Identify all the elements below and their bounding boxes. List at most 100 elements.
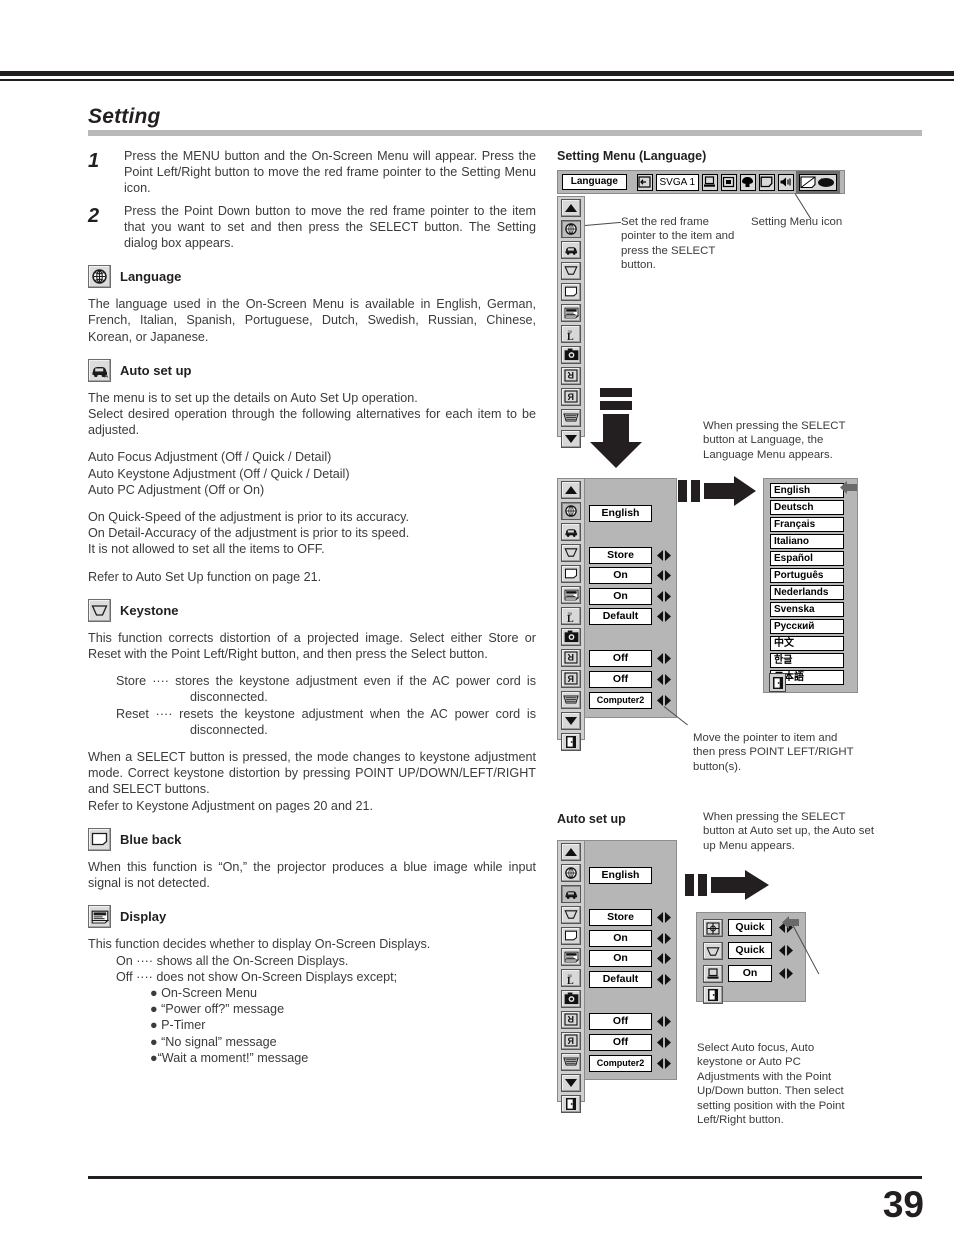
rail-scroll-down-2[interactable] (558, 710, 584, 731)
lr-arrows-logo[interactable] (654, 609, 673, 624)
auto-dialog-value-rear[interactable]: Off (589, 1034, 652, 1051)
language-option-deutsch[interactable]: Deutsch (770, 500, 844, 515)
rail-item-keystone[interactable] (558, 260, 584, 281)
rail-item-capture-3[interactable] (558, 988, 584, 1009)
auto-dialog-value-logo[interactable]: Default (589, 971, 652, 988)
rail-scroll-down[interactable] (558, 428, 584, 449)
sound-icon[interactable] (777, 173, 794, 191)
auto-pc-icon[interactable] (703, 965, 723, 983)
auto-lr-arrows-terminal[interactable] (654, 1056, 673, 1071)
rail-item-blue-back-3[interactable] (558, 925, 584, 946)
language-option-espanol[interactable]: Español (770, 551, 844, 566)
rail-item-ceiling-3[interactable]: R (558, 1009, 584, 1030)
rail-scroll-down-3[interactable] (558, 1072, 584, 1093)
auto-keystone-value[interactable]: Quick (728, 942, 772, 959)
dialog-value-keystone[interactable]: Store (589, 547, 652, 564)
rail-item-language-2[interactable] (558, 500, 584, 521)
language-option-svenska[interactable]: Svenska (770, 602, 844, 617)
rail-item-keystone-3[interactable] (558, 904, 584, 925)
rail-item-display[interactable] (558, 302, 584, 323)
rail-item-rear-3[interactable]: R (558, 1030, 584, 1051)
rail-item-display-3[interactable] (558, 946, 584, 967)
auto-focus-value[interactable]: Quick (728, 919, 772, 936)
rail-scroll-up-3[interactable] (558, 841, 584, 862)
computer-icon[interactable] (701, 173, 718, 191)
dialog-value-blue-back[interactable]: On (589, 567, 652, 584)
rail-scroll-up[interactable] (558, 197, 584, 218)
rail-item-terminal[interactable] (558, 407, 584, 428)
dialog-value-ceiling[interactable]: Off (589, 650, 652, 667)
rail-item-rear-2[interactable]: R (558, 668, 584, 689)
auto-lr-arrows-blue-back[interactable] (654, 931, 673, 946)
rail-item-display-2[interactable] (558, 584, 584, 605)
rail-item-keystone-2[interactable] (558, 542, 584, 563)
dialog-value-display[interactable]: On (589, 588, 652, 605)
rail-exit-3[interactable] (558, 1093, 584, 1114)
rail-item-language[interactable] (558, 218, 584, 239)
dialog-value-terminal[interactable]: Computer2 (589, 692, 652, 709)
lr-arrows-ceiling[interactable] (654, 651, 673, 666)
rail-item-language-3[interactable] (558, 862, 584, 883)
rail-item-rear[interactable]: R (558, 386, 584, 407)
auto-keystone-icon[interactable] (703, 942, 723, 960)
auto-lr-arrows-keystone[interactable] (654, 910, 673, 925)
rail-item-blue-back-2[interactable] (558, 563, 584, 584)
dialog-value-rear[interactable]: Off (589, 671, 652, 688)
language-option-russian[interactable]: Русский (770, 619, 844, 634)
auto-lr-arrows-display[interactable] (654, 951, 673, 966)
auto-pc-lr-arrows[interactable] (776, 966, 795, 981)
auto-lr-arrows-rear[interactable] (654, 1035, 673, 1050)
image-icon[interactable] (720, 173, 737, 191)
auto-setup-note-1: On Quick-Speed of the adjustment is prio… (88, 510, 410, 525)
rail-exit[interactable] (558, 731, 584, 752)
lr-arrows-rear[interactable] (654, 672, 673, 687)
rail-item-capture-2[interactable] (558, 626, 584, 647)
dialog-value-language[interactable]: English (589, 505, 652, 522)
lr-arrows-keystone[interactable] (654, 548, 673, 563)
rail-item-ceiling[interactable]: R (558, 365, 584, 386)
language-option-korean[interactable]: 한글 (770, 653, 844, 668)
language-option-italiano[interactable]: Italiano (770, 534, 844, 549)
rail-item-blue-back[interactable] (558, 281, 584, 302)
rail-item-terminal-2[interactable] (558, 689, 584, 710)
input-icon[interactable] (636, 173, 653, 191)
auto-dialog-value-ceiling[interactable]: Off (589, 1013, 652, 1030)
auto-lr-arrows-logo[interactable] (654, 972, 673, 987)
language-option-english[interactable]: English (770, 483, 844, 498)
auto-focus-icon[interactable] (703, 919, 723, 937)
rail-item-logo-2[interactable]: 30 L (558, 605, 584, 626)
rail-item-capture[interactable] (558, 344, 584, 365)
language-option-chinese[interactable]: 中文 (770, 636, 844, 651)
screen-icon[interactable] (758, 173, 775, 191)
language-option-nederlands[interactable]: Nederlands (770, 585, 844, 600)
lr-arrows-blue-back[interactable] (654, 568, 673, 583)
keystone-icon (88, 598, 111, 622)
auto-dialog-value-display[interactable]: On (589, 950, 652, 967)
rail-item-logo[interactable]: 30 L (558, 323, 584, 344)
auto-dialog-value-terminal[interactable]: Computer2 (589, 1055, 652, 1072)
rail-item-logo-3[interactable]: 30 L (558, 967, 584, 988)
auto-lr-arrows-ceiling[interactable] (654, 1014, 673, 1029)
auto-dialog-value-blue-back[interactable]: On (589, 930, 652, 947)
rail-item-terminal-3[interactable] (558, 1051, 584, 1072)
rail-item-auto-setup-3[interactable] (558, 883, 584, 904)
language-option-portugues[interactable]: Português (770, 568, 844, 583)
auto-dialog-value-language[interactable]: English (589, 867, 652, 884)
language-menu-exit-icon[interactable] (769, 673, 786, 692)
figure-setting-menu-title: Setting Menu (Language) (557, 149, 707, 163)
language-option-francais[interactable]: Français (770, 517, 844, 532)
lr-arrows-display[interactable] (654, 589, 673, 604)
auto-dialog-value-keystone[interactable]: Store (589, 909, 652, 926)
rail-item-auto-setup[interactable] (558, 239, 584, 260)
rail-scroll-up-2[interactable] (558, 479, 584, 500)
display-body: This function decides whether to display… (88, 937, 431, 952)
dialog-value-logo[interactable]: Default (589, 608, 652, 625)
auto-keystone-lr-arrows[interactable] (776, 943, 795, 958)
color-icon[interactable] (739, 173, 756, 191)
rail-item-auto-setup-2[interactable] (558, 521, 584, 542)
auto-pc-value[interactable]: On (728, 965, 772, 982)
setting-menu-icon[interactable] (796, 170, 840, 194)
display-bullet-3-text: P-Timer (161, 1018, 206, 1033)
rail-item-ceiling-2[interactable]: R (558, 647, 584, 668)
auto-setup-menu-exit-icon[interactable] (703, 986, 723, 1004)
